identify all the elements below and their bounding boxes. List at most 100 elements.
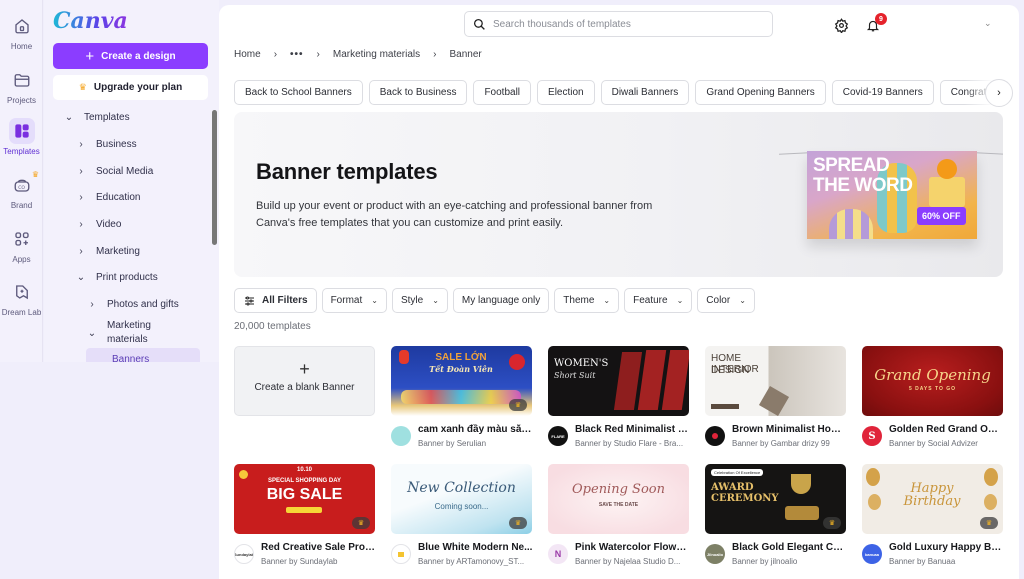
template-title[interactable]: Gold Luxury Happy BIrt... — [889, 542, 1004, 553]
settings-button[interactable] — [831, 15, 851, 35]
upgrade-plan-button[interactable]: ♛ Upgrade your plan — [53, 75, 208, 100]
tree-item-video[interactable]: › Video — [76, 219, 121, 230]
all-filters-label: All Filters — [262, 295, 308, 306]
thumbnail-text: Opening Soon — [572, 482, 665, 497]
rail-item-apps[interactable]: Apps — [0, 226, 43, 264]
hero-art-text: SPREAD THE WORD — [813, 155, 913, 196]
plus-icon: + — [299, 359, 310, 379]
template-thumbnail[interactable]: Grand Opening 5 DAYS TO GO — [862, 346, 1003, 416]
template-thumbnail[interactable]: 10.10 SPECIAL SHOPPING DAY BIG SALE ♛ — [234, 464, 375, 534]
premium-crown-icon: ♛ — [823, 517, 841, 529]
rail-label: Home — [10, 42, 33, 51]
template-title[interactable]: Black Gold Elegant Co... — [732, 542, 847, 553]
chevron-right-icon: › — [79, 192, 83, 203]
template-meta: banuaa Gold Luxury Happy BIrt... Banner … — [862, 541, 1004, 571]
tree-item-print-products[interactable]: ⌄ Print products — [76, 272, 158, 283]
template-card[interactable]: WOMEN'S Short Suit FLARE Black Red Minim… — [548, 346, 690, 453]
tree-item-banners[interactable]: Banners — [86, 348, 200, 362]
chips-next-button[interactable]: › — [985, 79, 1013, 107]
template-title[interactable]: Blue White Modern Ne... — [418, 542, 533, 553]
creator-avatar: FLARE — [548, 426, 568, 446]
chip-covid-19[interactable]: Covid-19 Banners — [831, 80, 934, 105]
premium-crown-icon: ♛ — [31, 170, 39, 179]
all-filters-button[interactable]: All Filters — [234, 288, 317, 313]
chip-diwali[interactable]: Diwali Banners — [600, 80, 690, 105]
template-card[interactable]: New Collection Coming soon... ♛ Blue Whi… — [391, 464, 532, 571]
theme-dropdown[interactable]: Theme ⌄ — [554, 288, 620, 313]
breadcrumb-marketing-materials[interactable]: Marketing materials — [333, 49, 420, 60]
results-count: 20,000 templates — [234, 321, 311, 332]
breadcrumb-more[interactable]: ••• — [290, 49, 304, 60]
template-thumbnail[interactable]: HOME INTERIOR DESIGN — [705, 346, 846, 416]
rail-item-dream-lab[interactable]: Dream Lab — [0, 279, 43, 317]
chip-grand-opening[interactable]: Grand Opening Banners — [695, 80, 826, 105]
rail-item-home[interactable]: Home — [0, 13, 43, 51]
template-card[interactable]: Grand Opening 5 DAYS TO GO S Golden Red … — [862, 346, 1004, 453]
sliders-icon — [245, 296, 254, 305]
template-author: Banner by Gambar drizy 99 — [732, 439, 830, 448]
hero-illustration: SPREAD THE WORD 60% OFF — [807, 151, 977, 239]
create-design-label: Create a design — [101, 50, 176, 62]
template-title[interactable]: Pink Watercolor Flower... — [575, 542, 690, 553]
premium-crown-icon: ♛ — [352, 517, 370, 529]
balloon-shape — [984, 468, 998, 486]
tree-item-education[interactable]: › Education — [76, 192, 140, 203]
tree-item-photos-and-gifts[interactable]: › Photos and gifts — [87, 299, 178, 310]
tree-item-marketing-materials[interactable]: ⌄ Marketing materials — [87, 319, 177, 347]
tree-item-marketing[interactable]: › Marketing — [76, 246, 140, 257]
rail-item-brand[interactable]: ♛ CO Brand — [0, 170, 43, 210]
template-thumbnail[interactable]: Happy Birthday ♛ — [862, 464, 1003, 534]
template-title[interactable]: Golden Red Grand Ope... — [889, 424, 1004, 435]
format-dropdown[interactable]: Format ⌄ — [321, 288, 387, 313]
folder-icon — [9, 67, 35, 93]
template-thumbnail[interactable]: Celebration Of Excellence AWARD CEREMONY… — [705, 464, 846, 534]
svg-text:CO: CO — [18, 185, 25, 191]
rail-label: Brand — [10, 201, 33, 210]
template-thumbnail[interactable]: SALE LỚN Tết Đoàn Viên ♛ — [391, 346, 532, 416]
start-button-shape — [286, 507, 322, 513]
my-language-only-toggle[interactable]: My language only — [452, 288, 550, 313]
chevron-down-icon: ⌄ — [432, 296, 439, 305]
template-card[interactable]: Celebration Of Excellence AWARD CEREMONY… — [705, 464, 847, 571]
create-blank-banner-card[interactable]: + Create a blank Banner — [234, 346, 375, 416]
chevron-down-icon: ⌄ — [739, 296, 746, 305]
template-thumbnail[interactable]: New Collection Coming soon... ♛ — [391, 464, 532, 534]
color-dropdown[interactable]: Color ⌄ — [697, 288, 755, 313]
template-card[interactable]: Happy Birthday ♛ banuaa Gold Luxury Happ… — [862, 464, 1004, 571]
template-card[interactable]: Opening Soon SAVE THE DATE N Pink Waterc… — [548, 464, 690, 571]
sidebar-scrollbar[interactable] — [212, 110, 217, 245]
template-thumbnail[interactable]: WOMEN'S Short Suit — [548, 346, 689, 416]
template-title[interactable]: Red Creative Sale Prom... — [261, 542, 376, 553]
canva-logo[interactable]: Canva — [53, 8, 128, 34]
tree-item-business[interactable]: › Business — [76, 139, 136, 150]
account-menu-chevron-icon[interactable]: ⌄ — [984, 18, 992, 29]
template-title[interactable]: Black Red Minimalist Fa... — [575, 424, 690, 435]
template-thumbnail[interactable]: Opening Soon SAVE THE DATE — [548, 464, 689, 534]
style-dropdown[interactable]: Style ⌄ — [391, 288, 448, 313]
breadcrumb-home[interactable]: Home — [234, 49, 261, 60]
tree-item-templates[interactable]: ⌄ Templates — [64, 112, 130, 123]
template-card[interactable]: 10.10 SPECIAL SHOPPING DAY BIG SALE ♛ Su… — [234, 464, 376, 571]
template-card[interactable]: HOME INTERIOR DESIGN Brown Minimalist Ho… — [705, 346, 847, 453]
search-input[interactable] — [493, 18, 753, 30]
template-meta: S Golden Red Grand Ope... Banner by Soci… — [862, 423, 1004, 453]
rail-item-templates[interactable]: Templates — [0, 118, 43, 156]
creator-avatar: banuaa — [862, 544, 882, 564]
thumbnail-subtext: SAVE THE DATE — [598, 502, 639, 508]
rail-item-projects[interactable]: Projects — [0, 67, 43, 105]
search-box[interactable] — [464, 11, 773, 37]
chip-back-to-business[interactable]: Back to Business — [368, 80, 468, 105]
pedestal-shape — [929, 177, 965, 207]
feature-dropdown[interactable]: Feature ⌄ — [624, 288, 693, 313]
tree-item-social-media[interactable]: › Social Media — [76, 166, 153, 177]
chip-election[interactable]: Election — [537, 80, 595, 105]
chip-back-to-school[interactable]: Back to School Banners — [234, 80, 363, 105]
chip-football[interactable]: Football — [473, 80, 532, 105]
photo-panel — [613, 352, 643, 410]
thumbnail-subtext: Celebration Of Excellence — [711, 469, 764, 476]
plus-icon: + — [85, 47, 95, 65]
template-card[interactable]: SALE LỚN Tết Đoàn Viên ♛ cam xanh đầy mà… — [391, 346, 533, 453]
template-title[interactable]: Brown Minimalist Hom... — [732, 424, 847, 435]
create-design-button[interactable]: + Create a design — [53, 43, 208, 69]
template-title[interactable]: cam xanh đầy màu sắc l... — [418, 424, 533, 435]
